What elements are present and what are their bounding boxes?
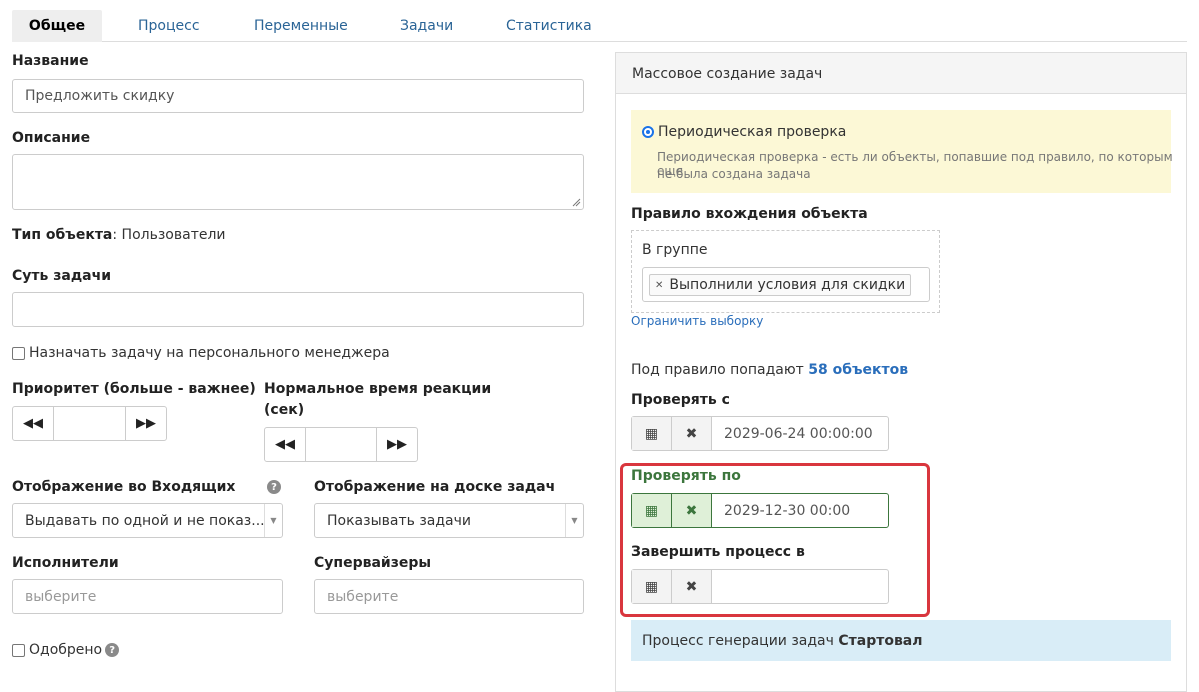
supervisors-input[interactable]: выберите xyxy=(314,579,584,614)
check-to-datetime[interactable]: ▦ ✖ 2029-12-30 00:00 xyxy=(631,493,889,528)
group-tag-label: Выполнили условия для скидки xyxy=(669,277,906,293)
supervisors-placeholder: выберите xyxy=(327,588,399,605)
fast-backward-icon: ◀◀ xyxy=(23,416,43,431)
match-count-row: Под правило попадают 58 объектов xyxy=(631,362,908,378)
assign-manager-row: Назначать задачу на персонального менедж… xyxy=(12,345,390,361)
check-to-value[interactable]: 2029-12-30 00:00 xyxy=(712,494,888,527)
supervisors-label: Супервайзеры xyxy=(314,555,432,571)
tab-statistics[interactable]: Статистика xyxy=(506,10,592,42)
tab-bar: Общее Процесс Переменные Задачи Статисти… xyxy=(12,10,1187,42)
group-tag: ✕ Выполнили условия для скидки xyxy=(649,274,912,296)
priority-increase-button[interactable]: ▶▶ xyxy=(126,407,166,440)
periodic-check-label: Периодическая проверка xyxy=(658,124,847,140)
inbox-display-select[interactable]: Выдавать по одной и не показ... ▼ xyxy=(12,503,283,538)
periodic-check-radio[interactable] xyxy=(642,126,654,138)
executors-placeholder: выберите xyxy=(25,588,97,605)
status-prefix: Процесс генерации задач xyxy=(642,632,834,649)
fast-backward-icon: ◀◀ xyxy=(275,437,295,452)
reaction-time-stepper[interactable]: ◀◀ ▶▶ xyxy=(264,427,418,462)
calendar-button[interactable]: ▦ xyxy=(632,417,672,450)
reaction-time-label: Нормальное время реакции xyxy=(264,381,492,397)
caret-down-icon: ▼ xyxy=(565,504,583,537)
assign-manager-checkbox[interactable] xyxy=(12,346,25,360)
name-input[interactable]: Предложить скидку xyxy=(12,79,584,113)
limit-selection-link[interactable]: Ограничить выборку xyxy=(631,314,763,328)
close-icon: ✖ xyxy=(685,578,698,595)
finish-datetime[interactable]: ▦ ✖ xyxy=(631,569,889,604)
tab-variables[interactable]: Переменные xyxy=(254,10,348,42)
check-to-label: Проверять по xyxy=(631,468,741,484)
tab-process[interactable]: Процесс xyxy=(138,10,200,42)
match-prefix: Под правило попадают xyxy=(631,362,804,378)
resize-handle-icon[interactable] xyxy=(572,198,581,207)
status-value: Стартовал xyxy=(838,632,923,649)
name-input-value: Предложить скидку xyxy=(25,88,175,104)
check-from-datetime[interactable]: ▦ ✖ 2029-06-24 00:00:00 xyxy=(631,416,889,451)
reaction-time-value[interactable] xyxy=(305,428,377,461)
finish-value[interactable] xyxy=(712,570,888,603)
task-essence-label: Суть задачи xyxy=(12,268,111,284)
tab-general[interactable]: Общее xyxy=(12,10,102,42)
finish-label: Завершить процесс в xyxy=(631,544,805,560)
periodic-check-row: Периодическая проверка xyxy=(642,124,846,140)
clear-button[interactable]: ✖ xyxy=(672,494,712,527)
object-type-value: : Пользователи xyxy=(112,227,226,243)
description-textarea[interactable] xyxy=(12,154,584,210)
board-display-select[interactable]: Показывать задачи ▼ xyxy=(314,503,584,538)
reaction-decrease-button[interactable]: ◀◀ xyxy=(265,428,305,461)
priority-value[interactable] xyxy=(53,407,126,440)
description-label: Описание xyxy=(12,130,91,146)
generation-status: Процесс генерации задач Стартовал xyxy=(631,620,1171,661)
assign-manager-label: Назначать задачу на персонального менедж… xyxy=(29,345,390,361)
inbox-display-label: Отображение во Входящих xyxy=(12,479,236,495)
object-type-label: Тип объекта xyxy=(12,227,113,243)
task-essence-input[interactable] xyxy=(12,292,584,327)
clear-button[interactable]: ✖ xyxy=(672,570,712,603)
calendar-icon: ▦ xyxy=(644,425,659,442)
panel-title: Массовое создание задач xyxy=(632,66,823,82)
clear-button[interactable]: ✖ xyxy=(672,417,712,450)
rule-label: Правило вхождения объекта xyxy=(631,206,868,222)
priority-label: Приоритет (больше - важнее) xyxy=(12,381,256,397)
priority-decrease-button[interactable]: ◀◀ xyxy=(13,407,53,440)
name-label: Название xyxy=(12,53,89,69)
in-group-label: В группе xyxy=(642,242,708,258)
calendar-icon: ▦ xyxy=(644,578,659,595)
priority-stepper[interactable]: ◀◀ ▶▶ xyxy=(12,406,167,441)
check-from-value[interactable]: 2029-06-24 00:00:00 xyxy=(712,417,888,450)
approved-checkbox[interactable] xyxy=(12,643,25,657)
periodic-check-desc-2: не была создана задача xyxy=(657,167,811,181)
reaction-time-label-unit: (сек) xyxy=(264,402,305,418)
executors-input[interactable]: выберите xyxy=(12,579,283,614)
caret-down-icon: ▼ xyxy=(264,504,282,537)
close-icon: ✖ xyxy=(685,425,698,442)
calendar-button[interactable]: ▦ xyxy=(632,570,672,603)
check-from-label: Проверять с xyxy=(631,392,730,408)
approved-label: Одобрено xyxy=(29,642,103,658)
group-select[interactable]: ✕ Выполнили условия для скидки xyxy=(642,267,930,302)
board-display-value: Показывать задачи xyxy=(327,512,471,529)
board-display-label: Отображение на доске задач xyxy=(314,479,556,495)
approved-row: Одобрено ? xyxy=(12,642,120,658)
help-icon[interactable]: ? xyxy=(267,480,281,494)
fast-forward-icon: ▶▶ xyxy=(136,416,156,431)
calendar-icon: ▦ xyxy=(644,502,659,519)
panel-header: Массовое создание задач xyxy=(616,53,1186,94)
remove-icon[interactable]: ✕ xyxy=(655,280,663,291)
close-icon: ✖ xyxy=(685,502,698,519)
executors-label: Исполнители xyxy=(12,555,119,571)
inbox-display-value: Выдавать по одной и не показ... xyxy=(25,512,264,529)
help-icon[interactable]: ? xyxy=(105,643,120,657)
calendar-button[interactable]: ▦ xyxy=(632,494,672,527)
object-type-row: Тип объекта: Пользователи xyxy=(12,227,226,243)
match-count[interactable]: 58 объектов xyxy=(808,362,908,378)
fast-forward-icon: ▶▶ xyxy=(387,437,407,452)
reaction-increase-button[interactable]: ▶▶ xyxy=(377,428,417,461)
tab-tasks[interactable]: Задачи xyxy=(400,10,453,42)
